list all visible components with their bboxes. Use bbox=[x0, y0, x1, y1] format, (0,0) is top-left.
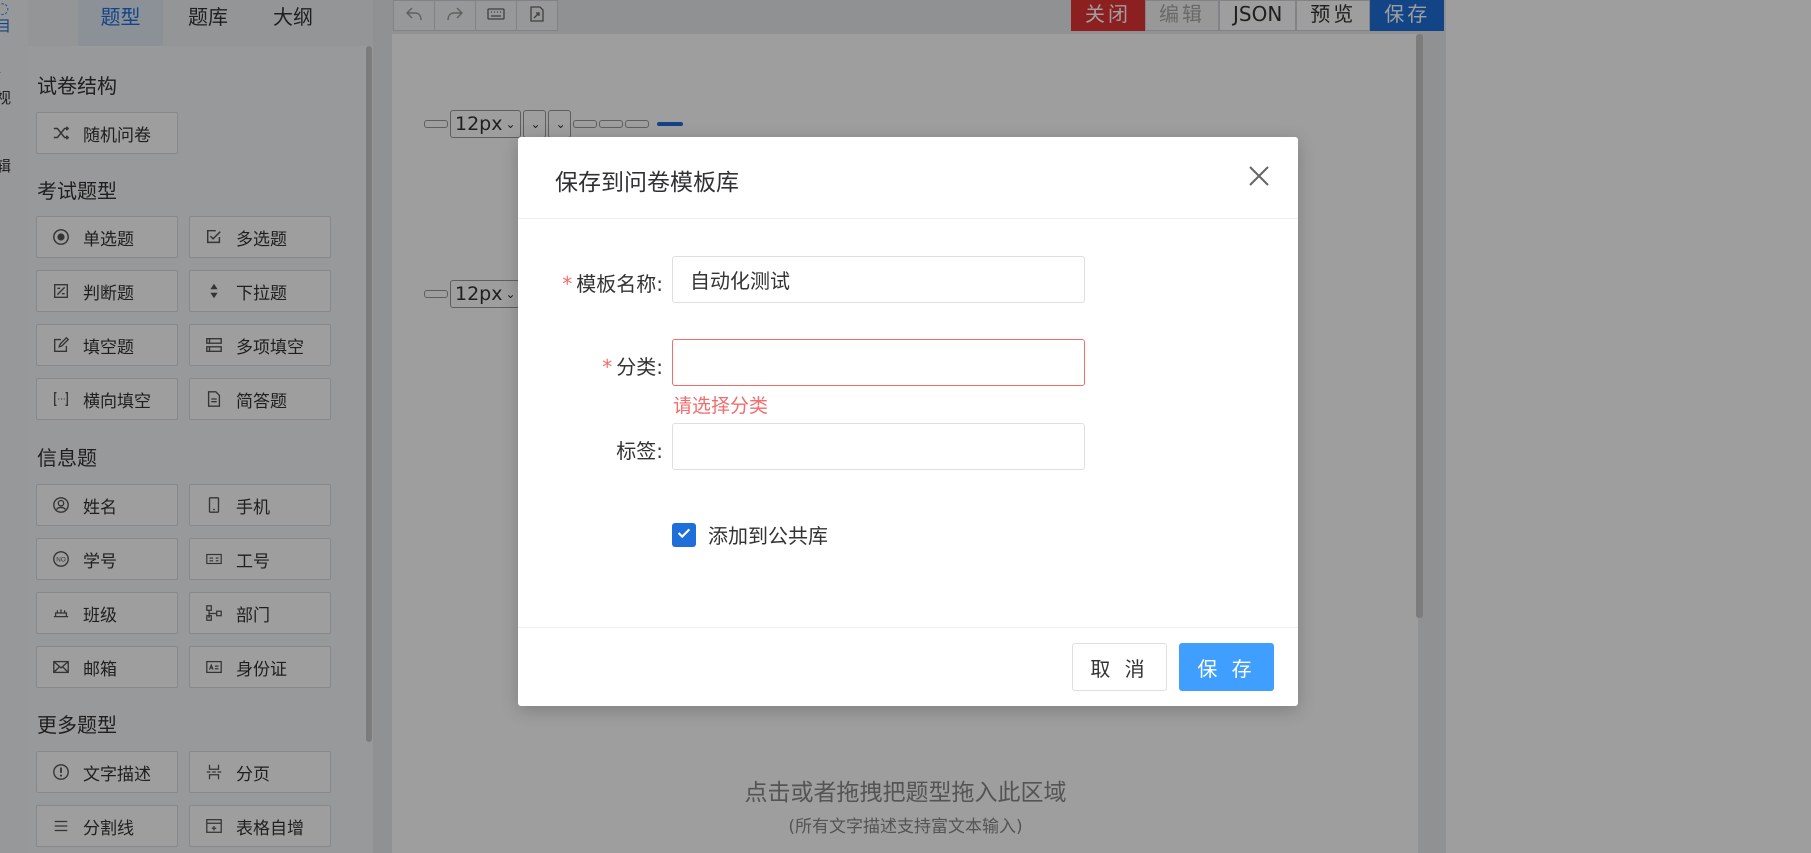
category-label: * 分类: bbox=[554, 351, 663, 380]
dialog-title: 保存到问卷模板库 bbox=[555, 170, 739, 196]
save-template-dialog: 保存到问卷模板库 * 模板名称: 自动化测试 * 分类: 请选择分类 标签: 添加到… bbox=[518, 137, 1298, 706]
template-name-input[interactable]: 自动化测试 bbox=[672, 256, 1085, 303]
label-text: 分类: bbox=[616, 355, 663, 379]
checkbox-label: 添加到公共库 bbox=[708, 524, 828, 548]
input-value: 自动化测试 bbox=[690, 269, 790, 293]
template-name-label: * 模板名称: bbox=[554, 268, 663, 297]
dialog-close-button[interactable] bbox=[1244, 161, 1274, 191]
public-library-checkbox[interactable]: 添加到公共库 bbox=[672, 520, 828, 549]
dialog-footer: 取 消 保 存 bbox=[518, 627, 1298, 707]
category-select[interactable] bbox=[672, 339, 1085, 386]
label-text: 标签: bbox=[616, 439, 663, 463]
required-asterisk: * bbox=[562, 272, 573, 296]
dialog-save-button[interactable]: 保 存 bbox=[1179, 643, 1274, 691]
label-text: 模板名称: bbox=[576, 272, 663, 296]
check-icon bbox=[675, 524, 693, 546]
dialog-header: 保存到问卷模板库 bbox=[518, 137, 1298, 219]
close-icon bbox=[1244, 166, 1274, 195]
checkbox-checked[interactable] bbox=[672, 522, 696, 547]
cancel-button[interactable]: 取 消 bbox=[1072, 643, 1167, 691]
tag-input[interactable] bbox=[672, 423, 1085, 470]
category-error-message: 请选择分类 bbox=[673, 395, 769, 417]
required-asterisk: * bbox=[602, 355, 613, 379]
tag-label: 标签: bbox=[554, 435, 663, 464]
